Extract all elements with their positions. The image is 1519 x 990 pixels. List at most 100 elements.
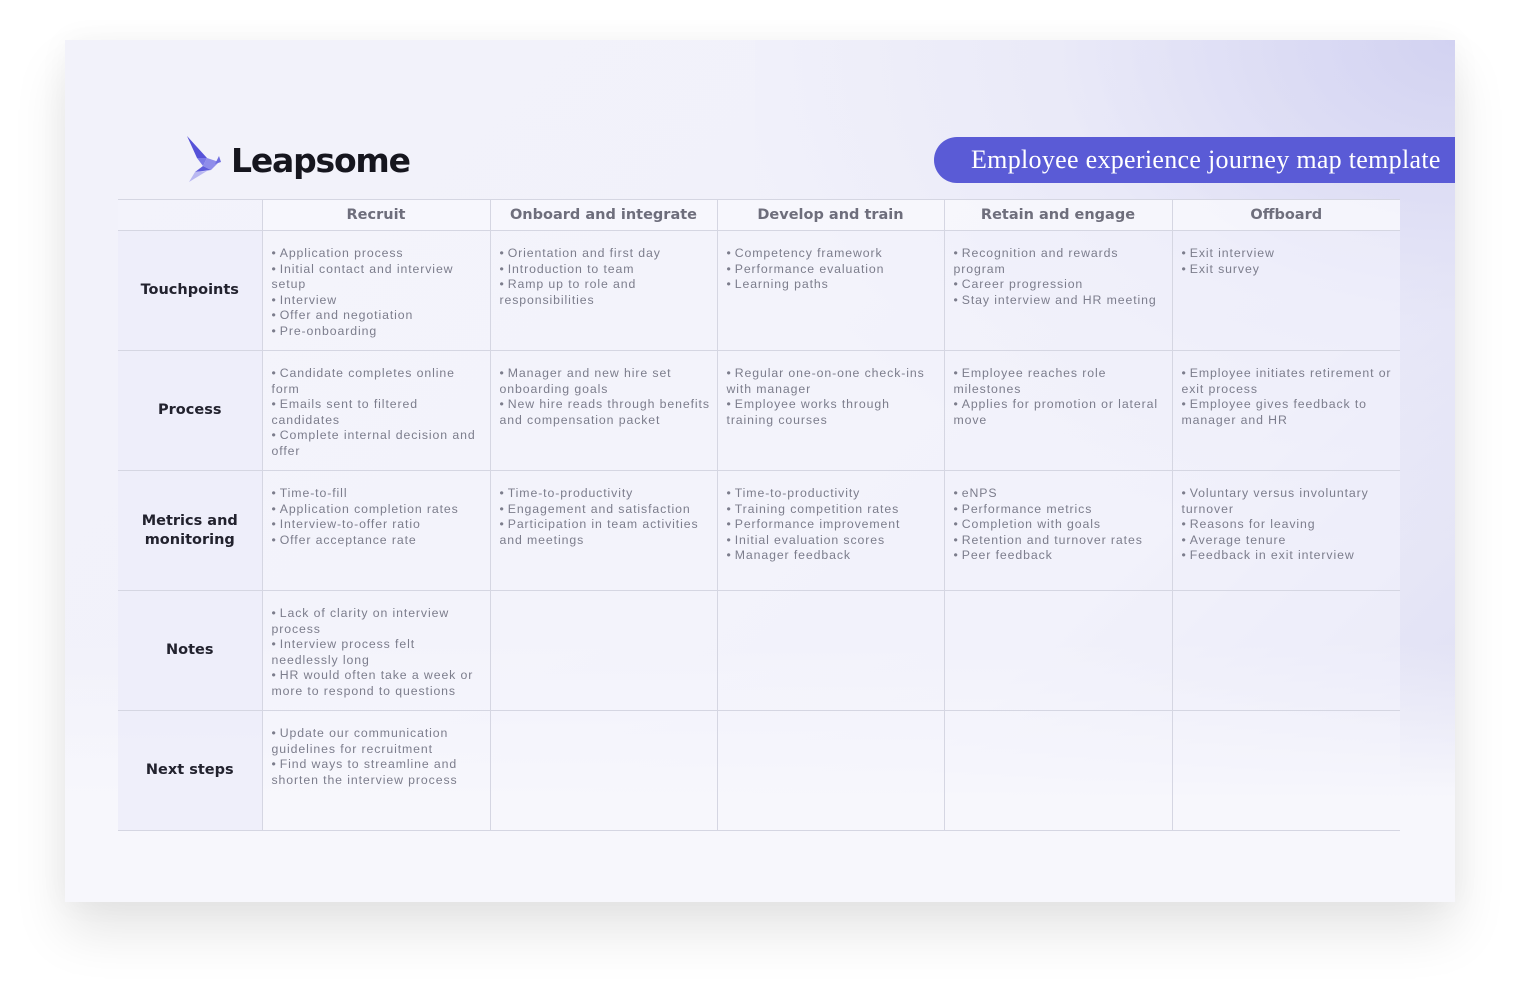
cell-next-steps-offboard bbox=[1171, 710, 1401, 831]
bullet-list bbox=[491, 591, 717, 606]
bullet-list bbox=[718, 591, 944, 606]
cell-touchpoints-retain: Recognition and rewards programCareer pr… bbox=[943, 230, 1172, 351]
list-item: Reasons for leaving bbox=[1182, 517, 1395, 533]
bullet-list bbox=[491, 711, 717, 726]
cell-next-steps-recruit: Update our communication guidelines for … bbox=[261, 710, 490, 831]
list-item: Performance improvement bbox=[727, 517, 938, 533]
list-item: Retention and turnover rates bbox=[954, 533, 1166, 549]
bullet-list: Lack of clarity on interview processInte… bbox=[263, 591, 490, 700]
cell-touchpoints-develop: Competency frameworkPerformance evaluati… bbox=[716, 230, 944, 351]
list-item: Employee works through training courses bbox=[727, 397, 938, 428]
bullet-list: Recognition and rewards programCareer pr… bbox=[945, 231, 1172, 308]
list-item: Engagement and satisfaction bbox=[500, 502, 711, 518]
bullet-list bbox=[1173, 711, 1401, 726]
list-item: Average tenure bbox=[1182, 533, 1395, 549]
cell-process-onboard: Manager and new hire set onboarding goal… bbox=[489, 350, 717, 471]
list-item: Voluntary versus involuntary turnover bbox=[1182, 486, 1395, 517]
list-item: Recognition and rewards program bbox=[954, 246, 1166, 277]
list-item: Emails sent to filtered candidates bbox=[272, 397, 484, 428]
list-item: Participation in team activities and mee… bbox=[500, 517, 711, 548]
list-item: Introduction to team bbox=[500, 262, 711, 278]
list-item: Peer feedback bbox=[954, 548, 1166, 564]
bullet-list bbox=[945, 591, 1172, 606]
list-item: Update our communication guidelines for … bbox=[272, 726, 484, 757]
list-item: Performance metrics bbox=[954, 502, 1166, 518]
list-item: Performance evaluation bbox=[727, 262, 938, 278]
corner-cell bbox=[118, 199, 262, 231]
cell-process-develop: Regular one-on-one check-ins with manage… bbox=[716, 350, 944, 471]
cell-metrics-offboard: Voluntary versus involuntary turnoverRea… bbox=[1171, 470, 1401, 591]
bullet-list: Application processInitial contact and i… bbox=[263, 231, 490, 340]
list-item: Time-to-fill bbox=[272, 486, 484, 502]
bullet-list: Candidate completes online formEmails se… bbox=[263, 351, 490, 460]
list-item: Ramp up to role and responsibilities bbox=[500, 277, 711, 308]
list-item: Offer and negotiation bbox=[272, 308, 484, 324]
cell-touchpoints-offboard: Exit interviewExit survey bbox=[1171, 230, 1400, 351]
list-item: Application completion rates bbox=[272, 502, 484, 518]
list-item: Orientation and first day bbox=[500, 246, 711, 262]
cell-process-recruit: Candidate completes online formEmails se… bbox=[261, 350, 490, 471]
list-item: HR would often take a week or more to re… bbox=[272, 668, 484, 699]
list-item: Career progression bbox=[954, 277, 1166, 293]
list-item: Manager feedback bbox=[727, 548, 938, 564]
list-item: Employee initiates retirement or exit pr… bbox=[1182, 366, 1395, 397]
list-item: Complete internal decision and offer bbox=[272, 428, 484, 459]
cell-metrics-develop: Time-to-productivityTraining competition… bbox=[716, 470, 944, 591]
list-item: Applies for promotion or lateral move bbox=[954, 397, 1166, 428]
cell-metrics-recruit: Time-to-fillApplication completion rates… bbox=[261, 470, 490, 591]
cell-metrics-retain: eNPSPerformance metricsCompletion with g… bbox=[943, 470, 1172, 591]
table-row-metrics: Metrics and monitoringTime-to-fillApplic… bbox=[118, 470, 1401, 591]
list-item: Learning paths bbox=[727, 277, 938, 293]
cell-process-retain: Employee reaches role milestonesApplies … bbox=[943, 350, 1172, 471]
bullet-list: Employee initiates retirement or exit pr… bbox=[1173, 351, 1401, 428]
bullet-list: Regular one-on-one check-ins with manage… bbox=[718, 351, 944, 428]
cell-next-steps-retain bbox=[943, 710, 1172, 831]
list-item: Offer acceptance rate bbox=[272, 533, 484, 549]
origami-bird-icon bbox=[187, 136, 221, 182]
cell-touchpoints-recruit: Application processInitial contact and i… bbox=[261, 230, 490, 351]
column-header-retain: Retain and engage bbox=[943, 199, 1172, 231]
journey-map-table: Recruit Onboard and integrate Develop an… bbox=[118, 199, 1400, 831]
list-item: Stay interview and HR meeting bbox=[954, 293, 1166, 309]
list-item: Time-to-productivity bbox=[727, 486, 938, 502]
column-header-offboard: Offboard bbox=[1171, 199, 1400, 231]
bullet-list: Time-to-fillApplication completion rates… bbox=[263, 471, 490, 548]
cell-notes-offboard bbox=[1171, 590, 1400, 711]
list-item: Training competition rates bbox=[727, 502, 938, 518]
table-row-process: ProcessCandidate completes online formEm… bbox=[118, 350, 1401, 471]
bullet-list: Voluntary versus involuntary turnoverRea… bbox=[1173, 471, 1401, 564]
cell-notes-retain bbox=[943, 590, 1172, 711]
bullet-list: Manager and new hire set onboarding goal… bbox=[491, 351, 717, 428]
list-item: eNPS bbox=[954, 486, 1166, 502]
bullet-list: Time-to-productivityEngagement and satis… bbox=[491, 471, 717, 548]
list-item: Application process bbox=[272, 246, 484, 262]
column-header-onboard: Onboard and integrate bbox=[489, 199, 717, 231]
list-item: Exit survey bbox=[1182, 262, 1395, 278]
list-item: Time-to-productivity bbox=[500, 486, 711, 502]
cell-touchpoints-onboard: Orientation and first dayIntroduction to… bbox=[489, 230, 717, 351]
table-row-touchpoints: TouchpointsApplication processInitial co… bbox=[118, 230, 1400, 351]
list-item: Competency framework bbox=[727, 246, 938, 262]
bullet-list: Orientation and first dayIntroduction to… bbox=[491, 231, 717, 308]
list-item: Regular one-on-one check-ins with manage… bbox=[727, 366, 938, 397]
leapsome-logo: Leapsome bbox=[185, 136, 411, 184]
row-label: Process bbox=[118, 350, 262, 471]
list-item: Initial contact and interview setup bbox=[272, 262, 484, 293]
list-item: Employee reaches role milestones bbox=[954, 366, 1166, 397]
bullet-list: Time-to-productivityTraining competition… bbox=[718, 471, 944, 564]
row-label: Touchpoints bbox=[118, 230, 262, 351]
bullet-list: Competency frameworkPerformance evaluati… bbox=[718, 231, 944, 293]
list-item: New hire reads through benefits and comp… bbox=[500, 397, 711, 428]
title-banner: Employee experience journey map template bbox=[934, 137, 1455, 183]
row-label: Next steps bbox=[118, 710, 262, 831]
list-item: Find ways to streamline and shorten the … bbox=[272, 757, 484, 788]
cell-metrics-onboard: Time-to-productivityEngagement and satis… bbox=[489, 470, 717, 591]
table-row-notes: NotesLack of clarity on interview proces… bbox=[118, 590, 1400, 711]
list-item: Completion with goals bbox=[954, 517, 1166, 533]
list-item: Pre-onboarding bbox=[272, 324, 484, 340]
column-header-recruit: Recruit bbox=[261, 199, 490, 231]
cell-next-steps-onboard bbox=[489, 710, 717, 831]
bullet-list bbox=[945, 711, 1172, 726]
list-item: Lack of clarity on interview process bbox=[272, 606, 484, 637]
cell-notes-develop bbox=[716, 590, 944, 711]
